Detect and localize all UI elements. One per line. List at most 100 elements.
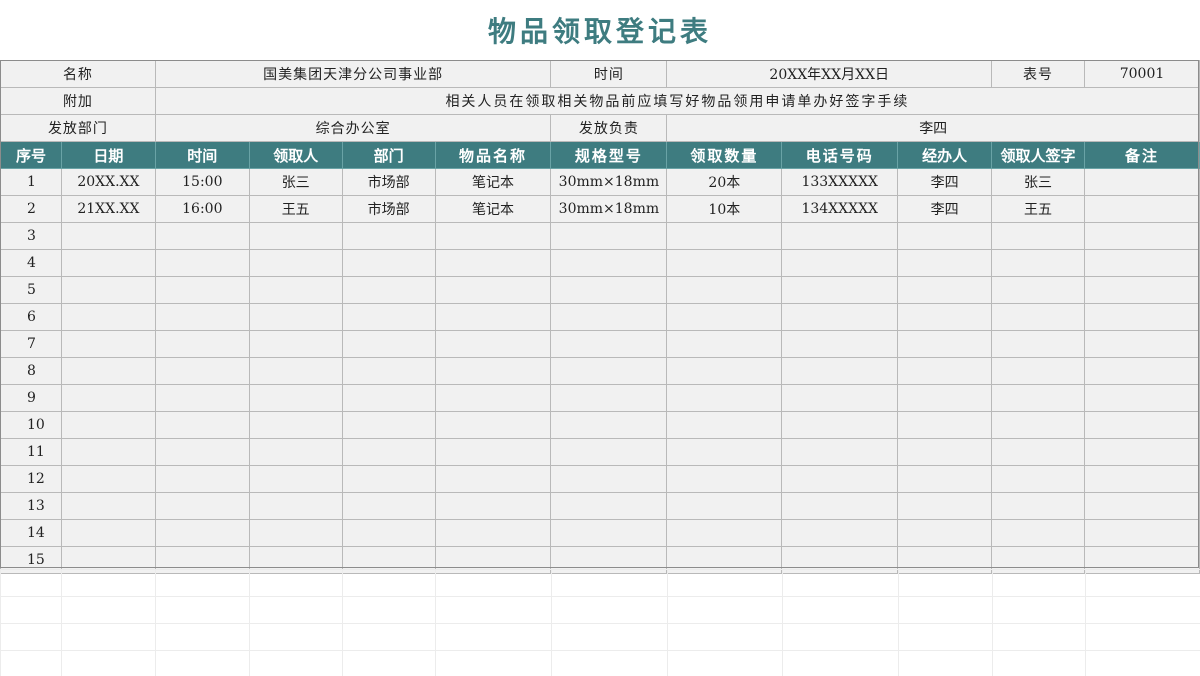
table-cell[interactable] xyxy=(60,384,156,412)
owner-label[interactable]: 发放负责 xyxy=(550,114,668,142)
table-cell[interactable] xyxy=(154,222,250,250)
table-cell[interactable] xyxy=(341,465,436,493)
table-cell[interactable] xyxy=(434,357,552,385)
table-cell[interactable] xyxy=(897,519,993,547)
table-cell[interactable] xyxy=(1084,492,1200,520)
column-header[interactable]: 物品名称 xyxy=(434,141,552,169)
table-cell[interactable] xyxy=(154,384,250,412)
table-cell[interactable] xyxy=(248,330,343,358)
row-number-cell[interactable]: 2 xyxy=(0,195,62,223)
table-cell[interactable]: 张三 xyxy=(248,168,343,196)
table-cell[interactable] xyxy=(60,438,156,466)
table-cell[interactable] xyxy=(897,249,993,277)
table-cell[interactable] xyxy=(666,411,783,439)
table-cell[interactable] xyxy=(550,249,668,277)
table-cell[interactable] xyxy=(550,519,668,547)
table-cell[interactable] xyxy=(666,357,783,385)
table-cell[interactable]: 133XXXXX xyxy=(781,168,899,196)
column-header[interactable]: 时间 xyxy=(154,141,250,169)
table-cell[interactable] xyxy=(248,492,343,520)
table-cell[interactable] xyxy=(991,276,1086,304)
table-cell[interactable] xyxy=(781,357,899,385)
table-cell[interactable] xyxy=(60,222,156,250)
table-cell[interactable] xyxy=(781,438,899,466)
row-number-cell[interactable]: 6 xyxy=(0,303,62,331)
table-cell[interactable]: 王五 xyxy=(991,195,1086,223)
table-cell[interactable]: 30mm×18mm xyxy=(550,168,668,196)
table-cell[interactable] xyxy=(1084,276,1200,304)
column-header[interactable]: 日期 xyxy=(60,141,156,169)
table-cell[interactable] xyxy=(1084,519,1200,547)
table-cell[interactable] xyxy=(897,303,993,331)
table-cell[interactable] xyxy=(60,276,156,304)
table-cell[interactable]: 20XX.XX xyxy=(60,168,156,196)
table-cell[interactable] xyxy=(434,222,552,250)
table-cell[interactable] xyxy=(434,276,552,304)
table-cell[interactable] xyxy=(781,519,899,547)
extra-label[interactable]: 附加 xyxy=(0,87,156,115)
table-cell[interactable] xyxy=(1084,303,1200,331)
table-cell[interactable] xyxy=(248,411,343,439)
time-value[interactable]: 20XX年XX月XX日 xyxy=(666,60,993,88)
table-cell[interactable] xyxy=(248,465,343,493)
table-cell[interactable] xyxy=(991,357,1086,385)
table-cell[interactable] xyxy=(434,411,552,439)
table-cell[interactable] xyxy=(248,438,343,466)
table-cell[interactable] xyxy=(550,384,668,412)
table-cell[interactable] xyxy=(1084,438,1200,466)
table-cell[interactable] xyxy=(991,303,1086,331)
table-cell[interactable] xyxy=(991,222,1086,250)
form-no-label[interactable]: 表号 xyxy=(991,60,1086,88)
table-cell[interactable] xyxy=(991,465,1086,493)
column-header[interactable]: 备注 xyxy=(1084,141,1200,169)
table-cell[interactable] xyxy=(434,249,552,277)
row-number-cell[interactable]: 3 xyxy=(0,222,62,250)
table-cell[interactable] xyxy=(550,276,668,304)
table-cell[interactable] xyxy=(781,465,899,493)
table-cell[interactable] xyxy=(60,465,156,493)
table-cell[interactable] xyxy=(666,303,783,331)
table-cell[interactable] xyxy=(991,492,1086,520)
table-cell[interactable] xyxy=(1084,195,1200,223)
table-cell[interactable] xyxy=(60,303,156,331)
table-cell[interactable] xyxy=(1084,357,1200,385)
column-header[interactable]: 部门 xyxy=(341,141,436,169)
table-cell[interactable] xyxy=(666,330,783,358)
table-cell[interactable] xyxy=(434,384,552,412)
table-cell[interactable]: 市场部 xyxy=(341,195,436,223)
dept-value[interactable]: 综合办公室 xyxy=(154,114,552,142)
row-number-cell[interactable]: 7 xyxy=(0,330,62,358)
table-cell[interactable]: 16:00 xyxy=(154,195,250,223)
table-cell[interactable] xyxy=(60,519,156,547)
table-cell[interactable] xyxy=(897,222,993,250)
dept-label[interactable]: 发放部门 xyxy=(0,114,156,142)
table-cell[interactable] xyxy=(666,384,783,412)
table-cell[interactable] xyxy=(154,438,250,466)
table-cell[interactable] xyxy=(341,222,436,250)
table-cell[interactable] xyxy=(341,519,436,547)
table-cell[interactable] xyxy=(154,411,250,439)
table-cell[interactable] xyxy=(550,357,668,385)
table-cell[interactable] xyxy=(897,438,993,466)
table-cell[interactable] xyxy=(341,276,436,304)
table-cell[interactable] xyxy=(341,330,436,358)
table-cell[interactable] xyxy=(341,492,436,520)
column-header[interactable]: 规格型号 xyxy=(550,141,668,169)
table-cell[interactable] xyxy=(781,222,899,250)
table-cell[interactable] xyxy=(248,249,343,277)
row-number-cell[interactable]: 5 xyxy=(0,276,62,304)
table-cell[interactable] xyxy=(897,492,993,520)
table-cell[interactable] xyxy=(550,465,668,493)
table-cell[interactable] xyxy=(60,357,156,385)
table-cell[interactable] xyxy=(1084,249,1200,277)
table-cell[interactable]: 王五 xyxy=(248,195,343,223)
table-cell[interactable] xyxy=(781,411,899,439)
table-cell[interactable] xyxy=(550,222,668,250)
table-cell[interactable]: 笔记本 xyxy=(434,168,552,196)
table-cell[interactable] xyxy=(154,357,250,385)
table-cell[interactable]: 笔记本 xyxy=(434,195,552,223)
table-cell[interactable] xyxy=(154,330,250,358)
row-number-cell[interactable]: 12 xyxy=(0,465,62,493)
table-cell[interactable] xyxy=(781,249,899,277)
column-header[interactable]: 领取人 xyxy=(248,141,343,169)
